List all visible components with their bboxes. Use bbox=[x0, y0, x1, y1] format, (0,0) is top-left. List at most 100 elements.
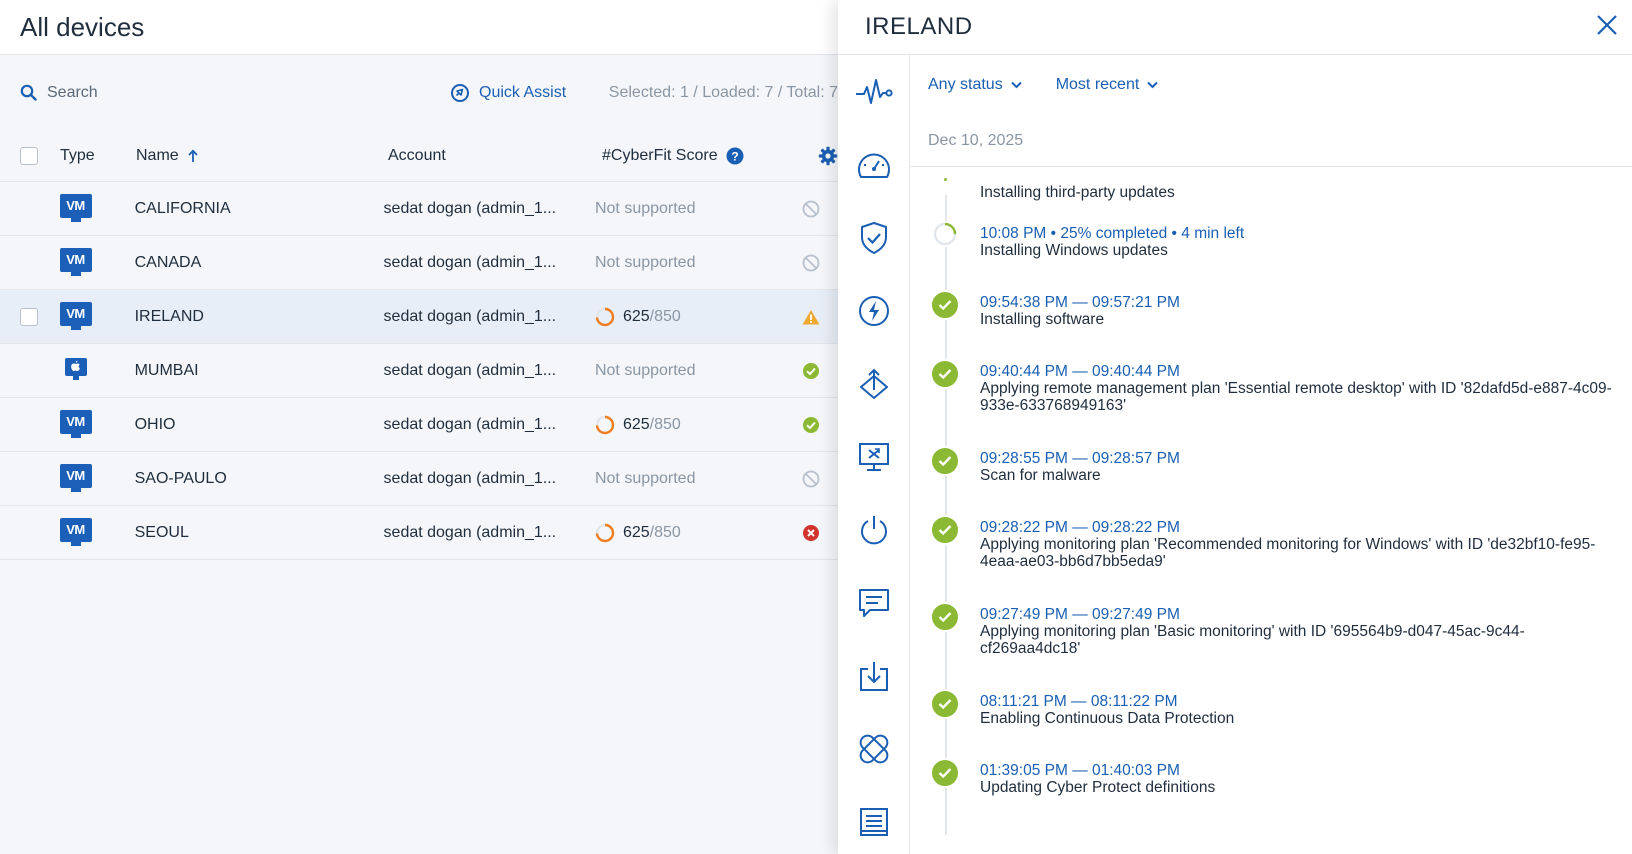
vm-label: VM bbox=[59, 463, 92, 488]
timeline-item[interactable]: 09:40:44 PM — 09:40:44 PM Applying remote… bbox=[910, 355, 1632, 442]
quick-assist-label: Quick Assist bbox=[479, 83, 567, 101]
activity-description: Installing third-party updates bbox=[980, 183, 1175, 201]
column-header-type[interactable]: Type bbox=[60, 147, 136, 165]
device-name[interactable]: SAO-PAULO bbox=[135, 470, 384, 488]
page-title: All devices bbox=[20, 11, 145, 42]
cyberfit-ring-icon bbox=[595, 307, 615, 326]
vm-device-icon: VM bbox=[59, 517, 92, 548]
close-button[interactable] bbox=[1592, 10, 1622, 40]
vm-device-icon: VM bbox=[59, 463, 92, 494]
device-name[interactable]: CALIFORNIA bbox=[135, 200, 384, 218]
row-checkbox[interactable] bbox=[20, 307, 38, 326]
timeline-item[interactable]: 09:54:38 PM — 09:57:21 PM Installing soft… bbox=[910, 286, 1632, 355]
cyberfit-score: Not supported bbox=[594, 469, 696, 487]
device-status[interactable] bbox=[802, 470, 838, 488]
timeline-item[interactable]: Installing third-party updates bbox=[910, 167, 1632, 217]
not-protected-icon bbox=[803, 254, 820, 271]
activity-timeline: Installing third-party updates 10:08 PM … bbox=[910, 167, 1632, 835]
completed-icon bbox=[930, 446, 960, 476]
device-status[interactable] bbox=[802, 524, 838, 542]
activity-time: 01:39:05 PM — 01:40:03 PM bbox=[980, 762, 1180, 779]
svg-text:?: ? bbox=[731, 149, 738, 163]
status-filter-dropdown[interactable]: Any status bbox=[928, 76, 1022, 94]
device-account: sedat dogan (admin_1... bbox=[383, 469, 557, 487]
backup-tab[interactable] bbox=[838, 639, 910, 712]
overview-tab[interactable] bbox=[838, 128, 910, 201]
select-all-checkbox[interactable] bbox=[20, 146, 38, 165]
table-row[interactable]: VM CALIFORNIA sedat dogan (admin_1... Not s… bbox=[0, 182, 838, 236]
ok-status-icon bbox=[803, 362, 820, 379]
completed-icon bbox=[930, 758, 960, 788]
table-row[interactable]: VM OHIO sedat dogan (admin_1... 625/850 bbox=[0, 398, 838, 452]
completed-icon bbox=[930, 515, 960, 545]
sort-ascending-icon bbox=[188, 148, 198, 162]
device-status[interactable] bbox=[802, 254, 838, 272]
cyberfit-score: Not supported bbox=[594, 361, 696, 379]
panel-icon-sidebar bbox=[838, 55, 910, 854]
device-status[interactable] bbox=[802, 362, 838, 380]
vm-label: VM bbox=[59, 193, 92, 218]
table-row[interactable]: VM SEOUL sedat dogan (admin_1... 625/850 bbox=[0, 506, 838, 560]
device-status[interactable] bbox=[802, 309, 838, 325]
quick-assist-button[interactable]: Quick Assist bbox=[450, 83, 589, 103]
device-name[interactable]: MUMBAI bbox=[135, 362, 384, 380]
table-row[interactable]: VM IRELAND sedat dogan (admin_1... 625/850 bbox=[0, 290, 838, 344]
cyberfit-score: Not supported bbox=[594, 199, 696, 217]
search-input[interactable]: Search bbox=[20, 84, 450, 102]
timeline-item[interactable]: 01:39:05 PM — 01:40:03 PM Updating Cyber … bbox=[910, 754, 1632, 823]
timeline-item[interactable]: 08:11:21 PM — 08:11:22 PM Enabling Contin… bbox=[910, 685, 1632, 754]
protection-tab[interactable] bbox=[838, 201, 910, 274]
completed-icon bbox=[930, 602, 960, 632]
sort-dropdown[interactable]: Most recent bbox=[1056, 76, 1159, 94]
activity-description: Scan for malware bbox=[980, 467, 1101, 484]
timeline-item[interactable]: 09:27:49 PM — 09:27:49 PM Applying monito… bbox=[910, 598, 1632, 685]
table-row[interactable]: MUMBAI sedat dogan (admin_1... Not support… bbox=[0, 344, 838, 398]
report-tab[interactable] bbox=[838, 785, 910, 854]
search-icon bbox=[20, 84, 37, 101]
not-protected-icon bbox=[803, 200, 820, 217]
cyberfit-score: 625/850 bbox=[622, 523, 681, 541]
device-name[interactable]: CANADA bbox=[135, 254, 384, 272]
panel-title: IRELAND bbox=[865, 13, 973, 40]
chat-tab[interactable] bbox=[838, 566, 910, 639]
column-header-account[interactable]: Account bbox=[388, 147, 602, 165]
column-settings-button[interactable] bbox=[792, 146, 838, 166]
quick-actions-tab[interactable] bbox=[838, 274, 910, 347]
timeline-item[interactable]: 09:28:55 PM — 09:28:57 PM Scan for malwar… bbox=[910, 442, 1632, 511]
device-name[interactable]: SEOUL bbox=[135, 524, 384, 542]
device-status[interactable] bbox=[802, 416, 838, 434]
power-tab[interactable] bbox=[838, 493, 910, 566]
power-icon bbox=[861, 515, 887, 544]
device-name[interactable]: OHIO bbox=[135, 416, 384, 434]
dashboard-icon bbox=[858, 153, 890, 178]
deploy-icon bbox=[860, 368, 888, 399]
device-name[interactable]: IRELAND bbox=[135, 308, 384, 326]
device-list-pane: All devices Search Quick Assist Selected… bbox=[0, 0, 838, 854]
activity-description: Applying monitoring plan 'Basic monitori… bbox=[980, 623, 1525, 657]
activity-description: Applying monitoring plan 'Recommended mo… bbox=[980, 536, 1596, 570]
device-status[interactable] bbox=[802, 200, 838, 218]
cyberfit-score: 625/850 bbox=[622, 415, 681, 433]
quick-assist-icon bbox=[451, 83, 470, 102]
vm-label: VM bbox=[59, 301, 92, 326]
timeline-item[interactable]: 10:08 PM • 25% completed • 4 min left Ins… bbox=[910, 217, 1632, 286]
table-row[interactable]: VM SAO-PAULO sedat dogan (admin_1... Not su… bbox=[0, 452, 838, 506]
activities-tab[interactable] bbox=[838, 55, 910, 128]
column-header-name[interactable]: Name bbox=[136, 147, 388, 165]
activity-description: Updating Cyber Protect definitions bbox=[980, 779, 1216, 796]
column-header-cyberfit[interactable]: #CyberFit Score ? bbox=[602, 147, 792, 165]
report-icon bbox=[860, 807, 888, 836]
chevron-down-icon bbox=[1147, 81, 1159, 89]
help-icon[interactable]: ? bbox=[726, 147, 744, 165]
activities-view: Any status Most recent Dec 10, 2025 Inst… bbox=[910, 55, 1632, 854]
date-separator: Dec 10, 2025 bbox=[910, 115, 1632, 167]
activity-filters: Any status Most recent bbox=[910, 55, 1632, 115]
patch-tab[interactable] bbox=[838, 712, 910, 785]
device-account: sedat dogan (admin_1... bbox=[383, 307, 557, 325]
completed-icon bbox=[930, 689, 960, 719]
table-row[interactable]: VM CANADA sedat dogan (admin_1... Not suppo… bbox=[0, 236, 838, 290]
panel-header: IRELAND bbox=[838, 0, 1632, 55]
deploy-tab[interactable] bbox=[838, 347, 910, 420]
timeline-item[interactable]: 09:28:22 PM — 09:28:22 PM Applying monito… bbox=[910, 511, 1632, 598]
remote-desktop-tab[interactable] bbox=[838, 420, 910, 493]
